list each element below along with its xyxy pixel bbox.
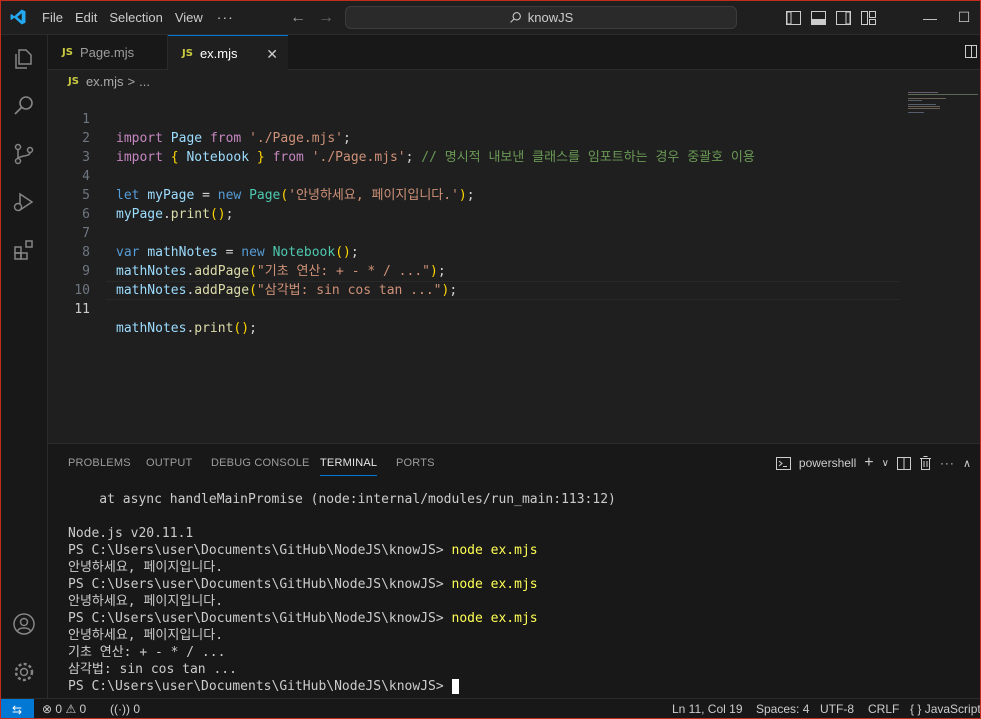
terminal-actions: powershell + ∨ ··· ∧ [775, 454, 971, 472]
source-control-icon[interactable] [10, 140, 38, 168]
javascript-file-icon: JS [182, 48, 193, 59]
terminal-line: 안녕하세요, 페이지입니다. [68, 628, 224, 643]
terminal-line: PS C:\Users\user\Documents\GitHub\NodeJS… [68, 543, 538, 558]
minimize-button[interactable]: — [913, 10, 947, 26]
tab-page-mjs[interactable]: JS Page.mjs [48, 35, 168, 70]
warning-icon: ⚠ [65, 702, 77, 716]
code-line-active[interactable]: 11 mathNotes.print(); [48, 281, 900, 336]
terminal-line: PS C:\Users\user\Documents\GitHub\NodeJS… [68, 611, 538, 626]
toggle-primary-sidebar-icon[interactable] [786, 10, 801, 25]
close-icon[interactable]: ✕ [266, 46, 278, 63]
code-line[interactable]: 1 import Page from './Page.mjs'; [48, 91, 900, 146]
toggle-secondary-sidebar-icon[interactable] [836, 10, 851, 25]
command-center-search[interactable]: knowJS [345, 6, 737, 29]
terminal-shell-name[interactable]: powershell [799, 456, 856, 470]
terminal-icon [775, 456, 791, 470]
menu-more-icon[interactable]: ··· [209, 0, 242, 35]
chevron-up-icon[interactable]: ∧ [963, 457, 971, 470]
terminal-line: Node.js v20.11.1 [68, 526, 194, 541]
end-of-line[interactable]: CRLF [868, 702, 899, 717]
settings-gear-icon[interactable] [10, 658, 38, 686]
menu-edit[interactable]: Edit [69, 0, 103, 35]
nav-arrows: ← → [290, 0, 334, 35]
terminal-line: 삼각법: sin cos tan ... [68, 662, 237, 677]
code-line[interactable]: 5 myPage.print(); [48, 167, 900, 222]
javascript-file-icon: JS [62, 47, 73, 58]
code-line[interactable]: 7 var mathNotes = new Notebook(); [48, 205, 900, 260]
menu-view[interactable]: View [169, 0, 209, 35]
code-editor[interactable]: 1 import Page from './Page.mjs'; 2 impor… [48, 91, 981, 443]
terminal-line: 기초 연산: + - * / ... [68, 645, 226, 660]
encoding[interactable]: UTF-8 [820, 702, 854, 717]
code-line[interactable]: 3 [48, 129, 900, 165]
chevron-right-icon: > [127, 73, 136, 89]
terminal-line: at async handleMainPromise (node:interna… [68, 492, 616, 507]
customize-layout-icon[interactable] [861, 10, 876, 25]
back-arrow-icon[interactable]: ← [290, 9, 306, 27]
terminal-line: 안녕하세요, 페이지입니다. [68, 560, 224, 575]
search-icon[interactable] [10, 92, 38, 120]
javascript-file-icon: JS [68, 75, 79, 87]
problems-status[interactable]: ⊗ 0 ⚠ 0 [42, 702, 86, 717]
code-line[interactable]: 6 [48, 186, 900, 222]
code-line[interactable]: 10 [48, 262, 900, 298]
breadcrumb-more[interactable]: ... [139, 74, 150, 89]
tab-problems[interactable]: PROBLEMS [68, 456, 131, 476]
error-icon: ⊗ [42, 702, 53, 716]
workspace-name: knowJS [527, 10, 574, 25]
code-line[interactable]: 4 let myPage = new Page('안녕하세요, 페이지입니다.'… [48, 148, 900, 203]
split-editor-icon[interactable] [965, 45, 977, 58]
breadcrumb-file[interactable]: ex.mjs [86, 74, 124, 89]
tab-terminal[interactable]: TERMINAL [320, 456, 378, 476]
window-controls: — ☐ [913, 0, 981, 35]
menu-selection[interactable]: Selection [103, 0, 168, 35]
tab-output[interactable]: OUTPUT [146, 456, 192, 476]
broadcast-icon: ((·)) [110, 702, 130, 716]
trash-icon[interactable] [919, 456, 932, 470]
title-bar: File Edit Selection View ··· ← → knowJS … [0, 0, 981, 35]
layout-controls [786, 0, 876, 35]
new-terminal-plus-icon[interactable]: + [864, 454, 873, 472]
vscode-logo-icon [0, 0, 36, 35]
explorer-icon[interactable] [10, 45, 38, 73]
tab-debug-console[interactable]: DEBUG CONSOLE [211, 456, 310, 476]
tab-ports[interactable]: PORTS [396, 456, 435, 476]
language-mode[interactable]: { } JavaScript [910, 702, 981, 717]
bottom-panel: PROBLEMS OUTPUT DEBUG CONSOLE TERMINAL P… [48, 443, 981, 698]
terminal-cursor [451, 679, 459, 694]
toggle-panel-icon[interactable] [811, 10, 826, 25]
minimap[interactable] [908, 91, 978, 131]
ports-status[interactable]: ((·)) 0 [110, 702, 140, 717]
terminal-prompt[interactable]: PS C:\Users\user\Documents\GitHub\NodeJS… [68, 678, 459, 695]
run-and-debug-icon[interactable] [10, 188, 38, 216]
chevron-down-icon[interactable]: ∨ [882, 458, 889, 469]
indentation[interactable]: Spaces: 4 [756, 702, 809, 717]
line-number: 11 [74, 302, 90, 317]
tab-label: Page.mjs [79, 45, 135, 60]
menu-file[interactable]: File [36, 0, 69, 35]
breadcrumb: JS ex.mjs > ... [48, 71, 150, 91]
code-line[interactable]: 9 mathNotes.addPage("삼각법: sin cos tan ..… [48, 243, 900, 298]
cursor-position[interactable]: Ln 11, Col 19 [672, 702, 743, 717]
activity-bar [0, 35, 48, 698]
code-line[interactable]: 2 import { Notebook } from './Page.mjs';… [48, 110, 900, 165]
more-actions-icon[interactable]: ··· [940, 456, 955, 470]
status-bar: ⇆ ⊗ 0 ⚠ 0 ((·)) 0 Ln 11, Col 19 Spaces: … [0, 698, 981, 719]
extensions-icon[interactable] [10, 236, 38, 264]
maximize-button[interactable]: ☐ [947, 9, 981, 26]
terminal-line: PS C:\Users\user\Documents\GitHub\NodeJS… [68, 577, 538, 592]
tab-label: ex.mjs [199, 46, 238, 61]
braces-icon: { } [910, 702, 922, 716]
terminal-line: 안녕하세요, 페이지입니다. [68, 594, 224, 609]
forward-arrow-icon[interactable]: → [318, 9, 334, 27]
accounts-icon[interactable] [10, 610, 38, 638]
split-terminal-icon[interactable] [896, 456, 911, 470]
editor-tabs: JS Page.mjs JS ex.mjs ✕ [48, 35, 981, 71]
search-icon [509, 12, 521, 23]
tab-ex-mjs[interactable]: JS ex.mjs ✕ [168, 35, 288, 71]
remote-indicator-icon[interactable]: ⇆ [0, 699, 34, 719]
code-line[interactable]: 8 mathNotes.addPage("기초 연산: + - * / ..."… [48, 224, 900, 279]
